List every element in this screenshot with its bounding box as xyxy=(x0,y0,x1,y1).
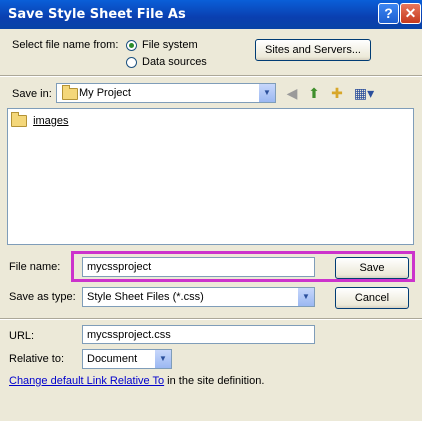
footer-suffix: in the site definition. xyxy=(164,375,265,387)
highlight-box xyxy=(71,251,415,282)
sites-and-servers-button[interactable]: Sites and Servers... xyxy=(255,39,371,61)
save-in-label: Save in: xyxy=(12,88,52,100)
up-folder-icon[interactable]: ⬆ xyxy=(305,84,323,102)
file-list[interactable]: images xyxy=(7,108,414,245)
close-button[interactable]: ✕ xyxy=(400,3,421,24)
file-system-label[interactable]: File system xyxy=(142,39,198,51)
new-folder-icon[interactable]: ✚ xyxy=(328,84,346,102)
view-menu-icon[interactable]: ▦▾ xyxy=(352,84,376,102)
separator xyxy=(0,318,422,320)
url-field[interactable]: mycssproject.css xyxy=(82,325,315,344)
cancel-button[interactable]: Cancel xyxy=(335,287,409,309)
chevron-down-icon[interactable]: ▼ xyxy=(258,84,275,102)
footer-text: Change default Link Relative To in the s… xyxy=(9,375,264,387)
data-sources-label[interactable]: Data sources xyxy=(142,56,207,68)
select-from-label: Select file name from: xyxy=(12,39,119,51)
folder-icon xyxy=(11,112,27,128)
file-name-label: File name: xyxy=(9,261,61,273)
separator xyxy=(0,75,422,77)
title-bar: Save Style Sheet File As ? ✕ xyxy=(0,0,422,29)
url-label: URL: xyxy=(9,330,35,342)
folder-icon xyxy=(62,85,78,100)
help-button[interactable]: ? xyxy=(378,3,399,24)
change-link-relative-link[interactable]: Change default Link Relative To xyxy=(9,375,164,387)
list-item[interactable]: images xyxy=(11,112,69,128)
chevron-down-icon[interactable]: ▼ xyxy=(297,288,314,306)
data-sources-radio[interactable] xyxy=(126,57,137,68)
save-as-type-value: Style Sheet Files (*.css) xyxy=(87,291,204,303)
save-as-type-select[interactable]: Style Sheet Files (*.css) ▼ xyxy=(82,287,315,307)
file-system-radio[interactable] xyxy=(126,40,137,51)
back-icon[interactable]: ◀ xyxy=(283,84,301,102)
relative-to-select[interactable]: Document ▼ xyxy=(82,349,172,369)
file-name-text: images xyxy=(33,115,69,127)
help-icon: ? xyxy=(384,5,393,21)
save-in-combo[interactable]: My Project ▼ xyxy=(56,83,276,103)
chevron-down-icon[interactable]: ▼ xyxy=(154,350,171,368)
save-as-type-label: Save as type: xyxy=(9,291,76,303)
relative-to-value: Document xyxy=(87,353,138,365)
dialog-title: Save Style Sheet File As xyxy=(8,7,186,22)
relative-to-label: Relative to: xyxy=(9,353,65,365)
close-icon: ✕ xyxy=(404,5,417,21)
save-in-value: My Project xyxy=(79,87,131,99)
